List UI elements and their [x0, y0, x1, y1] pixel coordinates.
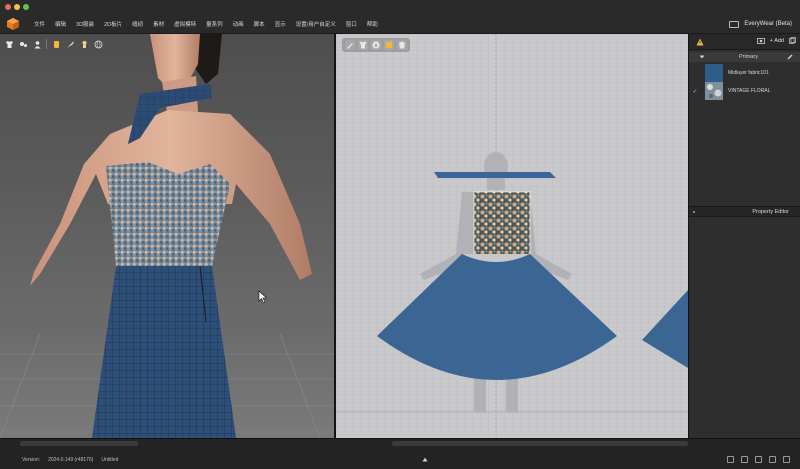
chevron-down-icon[interactable] [699, 54, 705, 60]
menu-item-avatar[interactable]: 虚拟模特 [174, 20, 196, 28]
object-browser-panel: + Add Primary Midlayer fabric101 ✓ VINTA… [688, 34, 800, 438]
minimize-window-button[interactable] [14, 4, 20, 10]
pattern-icon[interactable] [384, 40, 394, 50]
sphere-icon[interactable] [93, 39, 103, 49]
version-number: 2024.0.149 (r48176) [48, 457, 94, 463]
close-window-button[interactable] [5, 4, 11, 10]
fabric-group-primary[interactable]: Primary [689, 52, 800, 62]
shirt-icon[interactable] [4, 39, 14, 49]
fabric-name: Midlayer fabric101 [728, 70, 769, 76]
menu-item-series[interactable]: 量系列 [206, 20, 223, 28]
menu-item-3d-garment[interactable]: 3D服装 [76, 20, 94, 28]
texture-icon[interactable] [51, 39, 61, 49]
copy-icon[interactable] [789, 37, 796, 44]
warning-icon[interactable] [696, 38, 704, 46]
garment-icon[interactable] [397, 40, 407, 50]
menu-item-script[interactable]: 脚本 [254, 20, 265, 28]
pattern-piece-skirt-back [642, 290, 688, 368]
object-browser-header: + Add [689, 34, 800, 50]
menu-bar: 文件 编辑 3D服装 2D板片 缝纫 素材 虚拟模特 量系列 动画 脚本 显示 … [0, 14, 800, 34]
edit-icon[interactable] [787, 54, 793, 60]
add-fabric-button[interactable]: + Add [770, 38, 784, 44]
workspace-title[interactable]: EveryWear (Beta) [729, 18, 792, 30]
menu-item-sewing[interactable]: 缝纫 [132, 20, 143, 28]
fabric-import-icon[interactable] [756, 37, 765, 44]
monitor-icon [729, 20, 740, 28]
menu-item-animation[interactable]: 动画 [233, 20, 244, 28]
fabric-name: VINTAGE FLORAL [728, 88, 771, 94]
bodice-floral [106, 162, 230, 266]
fabric-group-label: Primary [739, 54, 758, 60]
fabric-swatch[interactable] [705, 82, 723, 100]
panel-bottom-icon[interactable] [741, 456, 748, 463]
pattern-piece-bodice [473, 191, 531, 257]
menu-item-2d-pattern[interactable]: 2D板片 [104, 20, 122, 28]
panel-grip-icon [693, 211, 695, 213]
avatar-icon[interactable] [32, 39, 42, 49]
horizontal-scrollbar-3d[interactable] [20, 441, 138, 446]
panel-full-icon[interactable] [783, 456, 790, 463]
menu-item-materials[interactable]: 素材 [153, 20, 164, 28]
viewport-2d-toolbar [342, 38, 410, 52]
menu-item-window[interactable]: 窗口 [346, 20, 357, 28]
chevron-up-icon[interactable] [422, 457, 428, 462]
menu-item-file[interactable]: 文件 [34, 20, 45, 28]
panel-left-icon[interactable] [727, 456, 734, 463]
avatar-3d-render [0, 34, 334, 438]
pattern-pieces [377, 152, 688, 412]
property-editor-header[interactable]: Property Editor [689, 206, 800, 217]
shirt-icon[interactable] [358, 40, 368, 50]
maximize-window-button[interactable] [23, 4, 29, 10]
status-text: Version: 2024.0.149 (r48176) Untitled [22, 457, 118, 463]
property-editor-title: Property Editor [752, 209, 789, 215]
file-name: Untitled [101, 457, 119, 463]
pen-icon[interactable] [345, 40, 355, 50]
viewport-3d[interactable] [0, 34, 334, 438]
status-bar: Version: 2024.0.149 (r48176) Untitled [0, 438, 800, 469]
menu-item-edit[interactable]: 编辑 [55, 20, 66, 28]
menu-item-display[interactable]: 显示 [275, 20, 286, 28]
fabric-check[interactable]: ✓ [689, 88, 701, 95]
fabric-item[interactable]: ✓ VINTAGE FLORAL [689, 80, 800, 102]
horizontal-scrollbar-2d[interactable] [392, 441, 688, 446]
menu-item-settings[interactable]: 设置/用户自定义 [296, 20, 336, 28]
app-logo-icon[interactable] [6, 17, 20, 31]
layout-switcher [727, 456, 790, 463]
toolbar-separator [46, 39, 47, 49]
workspace-title-label: EveryWear (Beta) [744, 21, 792, 27]
info-icon[interactable] [371, 40, 381, 50]
pattern-piece-skirt [377, 254, 617, 380]
skirt-blue [92, 266, 236, 438]
mannequin-icon[interactable] [79, 39, 89, 49]
mouse-cursor-icon [258, 290, 268, 304]
menu-items: 文件 编辑 3D服装 2D板片 缝纫 素材 虚拟模特 量系列 动画 脚本 显示 … [34, 14, 388, 34]
panel-split-icon[interactable] [755, 456, 762, 463]
viewport-3d-toolbar [4, 38, 103, 50]
panel-right-icon[interactable] [769, 456, 776, 463]
viewport-2d[interactable] [336, 34, 688, 438]
version-label: Version: [22, 457, 41, 463]
brush-icon[interactable] [65, 39, 75, 49]
window-titlebar [0, 0, 800, 14]
hanger-icon[interactable] [18, 39, 28, 49]
pattern-piece-strap [434, 172, 556, 178]
menu-item-help[interactable]: 帮助 [367, 20, 378, 28]
